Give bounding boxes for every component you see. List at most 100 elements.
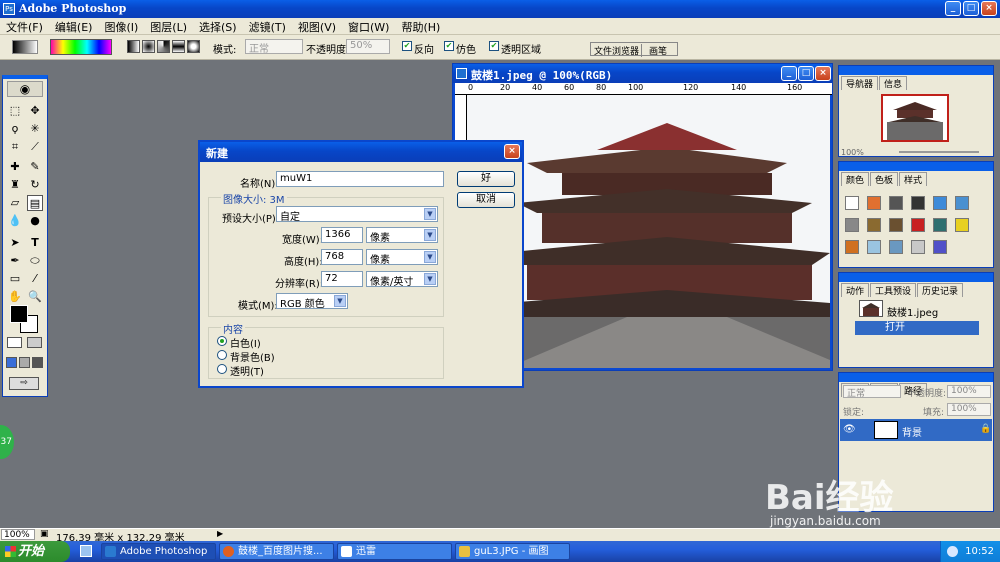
ok-button[interactable]: 好 [457, 171, 515, 187]
start-button[interactable]: 开始 [0, 541, 70, 562]
menu-filter[interactable]: 滤镜(T) [243, 18, 292, 36]
foreground-color[interactable] [10, 305, 28, 323]
style-swatch[interactable] [867, 240, 881, 254]
menu-view[interactable]: 视图(V) [292, 18, 342, 36]
move-tool-icon[interactable]: ✥ [27, 103, 43, 119]
image-close-button[interactable]: × [815, 66, 831, 81]
menu-image[interactable]: 图像(I) [98, 18, 144, 36]
tab-color[interactable]: 颜色 [841, 172, 870, 186]
menu-layer[interactable]: 图层(L) [144, 18, 193, 36]
width-unit-select[interactable]: 像素 ▼ [366, 227, 438, 244]
navigator-thumbnail[interactable] [881, 94, 949, 142]
tab-file-browser[interactable]: 文件浏览器 [592, 44, 643, 57]
style-swatch[interactable] [889, 196, 903, 210]
diamond-gradient-icon[interactable] [187, 40, 200, 53]
screen-mode-3-icon[interactable] [32, 357, 43, 368]
hand-tool-icon[interactable]: ✋ [7, 289, 23, 305]
screen-mode-2-icon[interactable] [19, 357, 30, 368]
color-mode-select[interactable]: RGB 颜色 ▼ [276, 293, 348, 310]
status-menu-arrow-icon[interactable]: ▶ [217, 529, 223, 538]
gradient-tool-preset[interactable] [12, 40, 38, 54]
style-swatch[interactable] [955, 196, 969, 210]
style-swatch[interactable] [955, 218, 969, 232]
tab-actions[interactable]: 动作 [841, 283, 870, 297]
magic-wand-icon[interactable]: ✳ [27, 121, 43, 137]
reflected-gradient-icon[interactable] [172, 40, 185, 53]
style-swatch[interactable] [933, 218, 947, 232]
height-unit-select[interactable]: 像素 ▼ [366, 249, 438, 266]
close-button[interactable]: × [981, 1, 997, 16]
task-baidu-image[interactable]: 鼓楼_百度图片搜... [219, 543, 334, 560]
style-swatch[interactable] [911, 218, 925, 232]
menu-edit[interactable]: 编辑(E) [49, 18, 99, 36]
style-swatch[interactable] [845, 240, 859, 254]
style-swatch[interactable] [889, 218, 903, 232]
zoom-slider[interactable] [899, 151, 979, 153]
layer-opacity-input[interactable]: 100% [947, 385, 991, 398]
resolution-unit-select[interactable]: 像素/英寸 ▼ [366, 271, 438, 288]
tray-icon[interactable] [947, 546, 958, 557]
dialog-close-button[interactable]: × [504, 144, 520, 159]
tab-info[interactable]: 信息 [879, 76, 908, 90]
gradient-picker[interactable] [50, 39, 112, 55]
layer-row-background[interactable]: 👁 背景 🔒 [840, 419, 992, 441]
image-minimize-button[interactable]: _ [781, 66, 797, 81]
dodge-tool-icon[interactable]: ● [27, 213, 43, 229]
style-swatch[interactable] [933, 240, 947, 254]
contents-white-radio[interactable] [217, 336, 227, 346]
style-swatch[interactable] [845, 218, 859, 232]
lasso-tool-icon[interactable]: ϙ [7, 121, 23, 137]
pen-tool-icon[interactable]: ✒ [7, 253, 23, 269]
contents-transparent-radio[interactable] [217, 364, 227, 374]
resolution-input[interactable]: 72 [321, 271, 363, 287]
gradient-tool-icon[interactable]: ▤ [27, 195, 43, 211]
quick-launch-desktop-icon[interactable] [80, 545, 92, 557]
eraser-tool-icon[interactable]: ▱ [7, 195, 23, 211]
style-swatch[interactable] [911, 196, 925, 210]
opacity-input[interactable]: 50% [346, 39, 390, 54]
linear-gradient-icon[interactable] [127, 40, 140, 53]
style-swatch[interactable] [889, 240, 903, 254]
screen-mode-1-icon[interactable] [6, 357, 17, 368]
name-input[interactable]: muW1 [276, 171, 444, 187]
style-swatch[interactable] [933, 196, 947, 210]
stamp-tool-icon[interactable]: ♜ [7, 177, 23, 193]
quickmask-mode-icon[interactable] [27, 337, 42, 348]
cancel-button[interactable]: 取消 [457, 192, 515, 208]
tab-history[interactable]: 历史记录 [917, 283, 964, 297]
eye-logo-icon[interactable]: ◉ [7, 81, 43, 97]
path-select-icon[interactable]: ➤ [7, 235, 23, 251]
fill-input[interactable]: 100% [947, 403, 991, 416]
preset-select[interactable]: 自定 ▼ [276, 206, 438, 223]
history-step[interactable]: 打开 [855, 321, 979, 335]
imageready-jump-icon[interactable]: ⇨ [9, 377, 39, 390]
width-input[interactable]: 1366 [321, 227, 363, 243]
image-maximize-button[interactable]: □ [798, 66, 814, 81]
menu-file[interactable]: 文件(F) [0, 18, 49, 36]
tab-styles[interactable]: 样式 [899, 172, 928, 186]
history-snapshot[interactable]: 鼓楼1.jpeg [887, 304, 938, 319]
standard-mode-icon[interactable] [7, 337, 22, 348]
reverse-checkbox[interactable]: ✔ [402, 41, 412, 51]
style-swatch-none[interactable] [845, 196, 859, 210]
blend-mode-select[interactable]: 正常 [843, 385, 901, 399]
shape-tool-icon[interactable]: ⬭ [27, 253, 43, 269]
minimize-button[interactable]: _ [945, 1, 961, 16]
task-paint[interactable]: guL3.JPG - 画图 [455, 543, 570, 560]
blur-tool-icon[interactable]: 💧 [7, 213, 23, 229]
brush-tool-icon[interactable]: ✎ [27, 159, 43, 175]
notes-tool-icon[interactable]: ▭ [7, 271, 23, 287]
task-photoshop[interactable]: Adobe Photoshop [101, 543, 216, 560]
menu-help[interactable]: 帮助(H) [395, 18, 446, 36]
contents-background-radio[interactable] [217, 350, 227, 360]
transparency-checkbox[interactable]: ✔ [489, 41, 499, 51]
healing-brush-icon[interactable]: ✚ [7, 159, 23, 175]
eye-icon[interactable]: 👁 [843, 424, 856, 435]
marquee-tool-icon[interactable]: ⬚ [7, 103, 23, 119]
tab-navigator[interactable]: 导航器 [841, 76, 879, 90]
eyedropper-icon[interactable]: ⁄ [27, 271, 43, 287]
angle-gradient-icon[interactable] [157, 40, 170, 53]
style-swatch[interactable] [867, 196, 881, 210]
maximize-button[interactable]: □ [963, 1, 979, 16]
radial-gradient-icon[interactable] [142, 40, 155, 53]
